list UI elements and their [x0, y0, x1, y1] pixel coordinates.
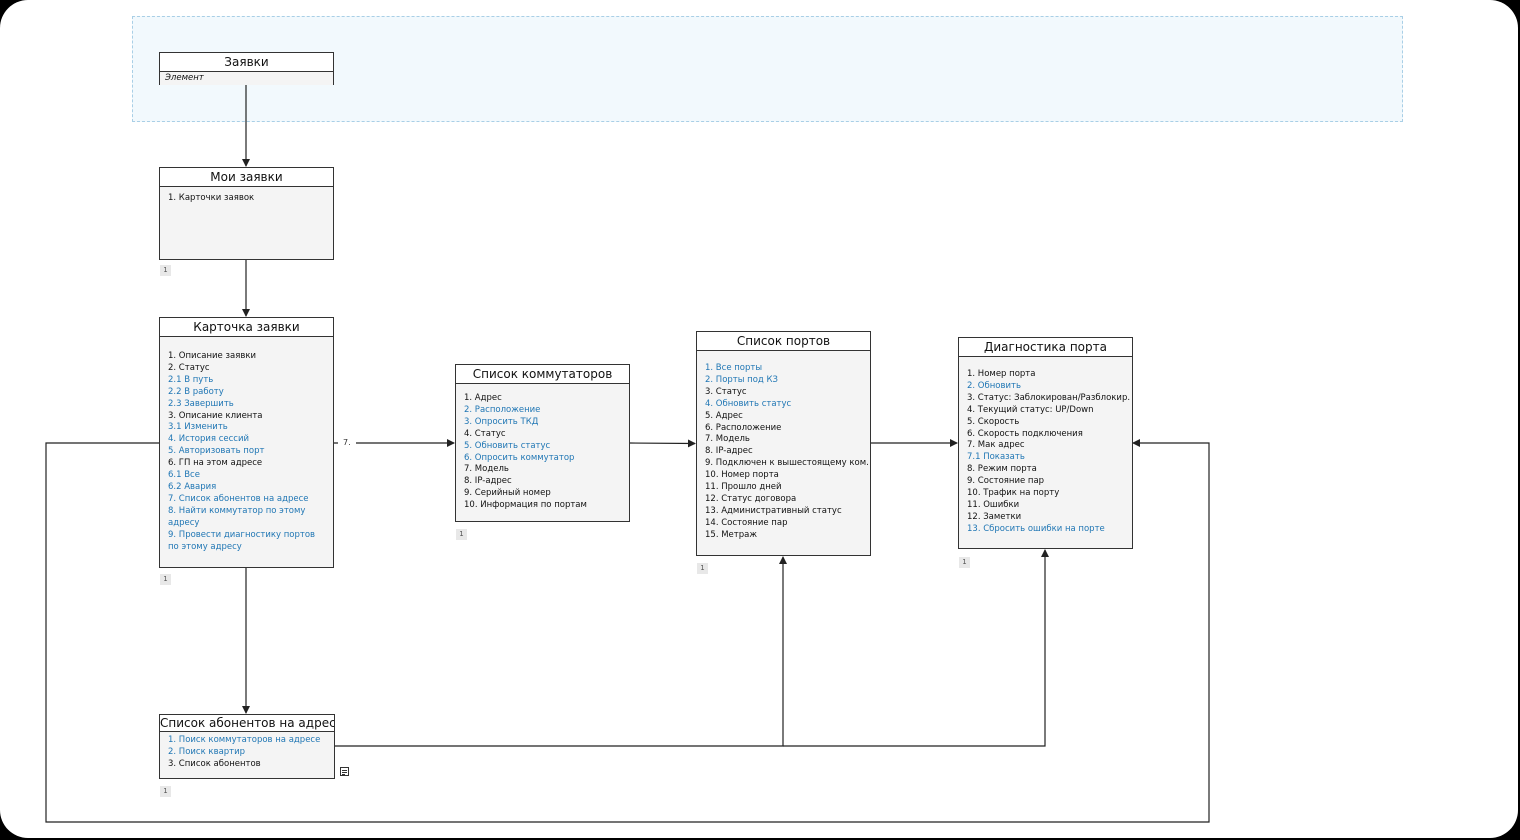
badge-kartochka: 1	[160, 574, 171, 585]
node-item: 1. Карточки заявок	[168, 193, 255, 203]
node-item[interactable]: 7. Список абонентов на адресе	[168, 494, 333, 506]
node-title: Список коммутаторов	[456, 365, 629, 384]
node-item: 12. Заметки	[967, 511, 1022, 522]
edge-abonenty-to-diagnostika	[783, 549, 1049, 747]
node-item: 13. Административный статус	[705, 505, 842, 516]
node-item: 3. Статус	[705, 386, 747, 397]
diagram-canvas: 7. Заявки Элемент Мои заявки 1. Карточки…	[0, 0, 1518, 838]
node-item: 3. Статус: Заблокирован/Разблокир.	[967, 392, 1131, 403]
node-item[interactable]: 6.2 Авария	[168, 482, 333, 494]
badge-kommutatory: 1	[456, 529, 467, 540]
node-item[interactable]: 2. Расположение	[464, 405, 629, 417]
node-spisok-abonentov[interactable]: Список абонентов на адресе 1. Поиск комм…	[159, 714, 335, 779]
node-item: 14. Состояние пар	[705, 517, 788, 528]
node-item: 1. Номер порта	[967, 369, 1036, 379]
node-item: 7. Модель	[705, 434, 750, 445]
node-kartochka-zayavki[interactable]: Карточка заявки 1. Описание заявки 2. Ста…	[159, 317, 334, 568]
node-item[interactable]: 5. Авторизовать порт	[168, 446, 333, 458]
node-item: 6. Расположение	[705, 422, 782, 433]
node-item[interactable]: 2. Порты под КЗ	[705, 375, 870, 387]
node-diagnostika-porta[interactable]: Диагностика порта 1. Номер порта 2. Обнов…	[958, 337, 1133, 549]
node-spisok-kommutatorov[interactable]: Список коммутаторов 1. Адрес 2. Расположе…	[455, 364, 630, 522]
node-item[interactable]: 5. Обновить статус	[464, 441, 629, 453]
badge-diagnostika: 1	[959, 557, 970, 568]
node-item: 8. IP-адрес	[705, 446, 753, 457]
node-items: 1. Карточки заявок	[160, 187, 333, 205]
badge-abonenty: 1	[160, 786, 171, 797]
node-item[interactable]: 9. Провести диагностику портов по этому …	[168, 530, 333, 554]
note-icon[interactable]	[340, 767, 349, 776]
node-stereotype: Элемент	[160, 72, 333, 85]
badge-moi: 1	[160, 265, 171, 276]
node-item: 15. Метраж	[705, 529, 757, 540]
node-item[interactable]: 6.1 Все	[168, 470, 333, 482]
node-title: Список абонентов на адресе	[160, 715, 334, 732]
node-title: Список портов	[697, 332, 870, 351]
node-title: Карточка заявки	[160, 318, 333, 337]
node-item: 11. Ошибки	[967, 499, 1020, 510]
node-item: 9. Состояние пар	[967, 476, 1045, 487]
node-item[interactable]: 4. История сессий	[168, 434, 333, 446]
node-item: 2. Статус	[168, 362, 210, 373]
node-item: 7. Мак адрес	[967, 440, 1025, 451]
node-item: 1. Описание заявки	[168, 351, 256, 361]
edge-label-7: 7.	[343, 438, 351, 447]
node-item[interactable]: 2. Поиск квартир	[168, 747, 334, 759]
node-item: 3. Описание клиента	[168, 410, 263, 421]
node-title: Диагностика порта	[959, 338, 1132, 357]
node-item: 11. Прошло дней	[705, 482, 782, 493]
node-item: 8. IP-адрес	[464, 476, 512, 487]
node-item[interactable]: 2.1 В путь	[168, 375, 333, 387]
node-item[interactable]: 3.1 Изменить	[168, 422, 333, 434]
node-item: 9. Серийный номер	[464, 488, 551, 499]
node-item[interactable]: 2. Обновить	[967, 381, 1132, 393]
node-item: 5. Адрес	[705, 410, 743, 421]
node-item: 10. Трафик на порту	[967, 488, 1060, 499]
node-moi-zayavki[interactable]: Мои заявки 1. Карточки заявок	[159, 167, 334, 260]
node-title: Заявки	[160, 53, 333, 72]
node-item: 3. Список абонентов	[168, 758, 261, 769]
edge-kommutatory-to-porty	[629, 439, 696, 448]
node-item: 6. Скорость подключения	[967, 428, 1083, 439]
node-item: 6. ГП на этом адресе	[168, 458, 263, 469]
node-spisok-portov[interactable]: Список портов 1. Все порты 2. Порты под К…	[696, 331, 871, 556]
node-items: 1. Поиск коммутаторов на адресе 2. Поиск …	[160, 732, 334, 771]
node-title: Мои заявки	[160, 168, 333, 187]
node-item[interactable]: 1. Все порты	[705, 363, 870, 375]
node-item[interactable]: 7.1 Показать	[967, 452, 1132, 464]
node-item: 9. Подключен к вышестоящему ком.	[705, 458, 869, 469]
node-item[interactable]: 8. Найти коммутатор по этому адресу	[168, 506, 333, 530]
node-items: 1. Адрес 2. Расположение 3. Опросить ТКД 4.…	[456, 384, 629, 512]
node-item: 1. Адрес	[464, 393, 502, 403]
node-item: 4. Статус	[464, 428, 506, 439]
node-item[interactable]: 4. Обновить статус	[705, 399, 870, 411]
node-items: 1. Все порты 2. Порты под КЗ 3. Статус 4. О…	[697, 351, 870, 542]
node-item: 12. Статус договора	[705, 493, 797, 504]
node-zayavki[interactable]: Заявки Элемент	[159, 52, 334, 85]
node-item[interactable]: 6. Опросить коммутатор	[464, 453, 629, 465]
node-item[interactable]: 13. Сбросить ошибки на порте	[967, 524, 1132, 536]
node-item: 10. Номер порта	[705, 470, 779, 481]
node-item: 8. Режим порта	[967, 464, 1037, 475]
node-item[interactable]: 2.2 В работу	[168, 387, 333, 399]
node-item: 10. Информация по портам	[464, 500, 587, 511]
node-items: 1. Описание заявки 2. Статус 2.1 В путь 2.2…	[160, 337, 333, 553]
badge-porty: 1	[697, 563, 708, 574]
node-item[interactable]: 2.3 Завершить	[168, 399, 333, 411]
edge-abonenty-to-porty	[335, 556, 787, 747]
node-item: 5. Скорость	[967, 416, 1020, 427]
node-item: 7. Модель	[464, 464, 509, 475]
node-item[interactable]: 3. Опросить ТКД	[464, 417, 629, 429]
node-item: 4. Текущий статус: UP/Down	[967, 404, 1094, 415]
node-items: 1. Номер порта 2. Обновить 3. Статус: Забл…	[959, 357, 1132, 536]
node-item[interactable]: 1. Поиск коммутаторов на адресе	[168, 735, 334, 747]
